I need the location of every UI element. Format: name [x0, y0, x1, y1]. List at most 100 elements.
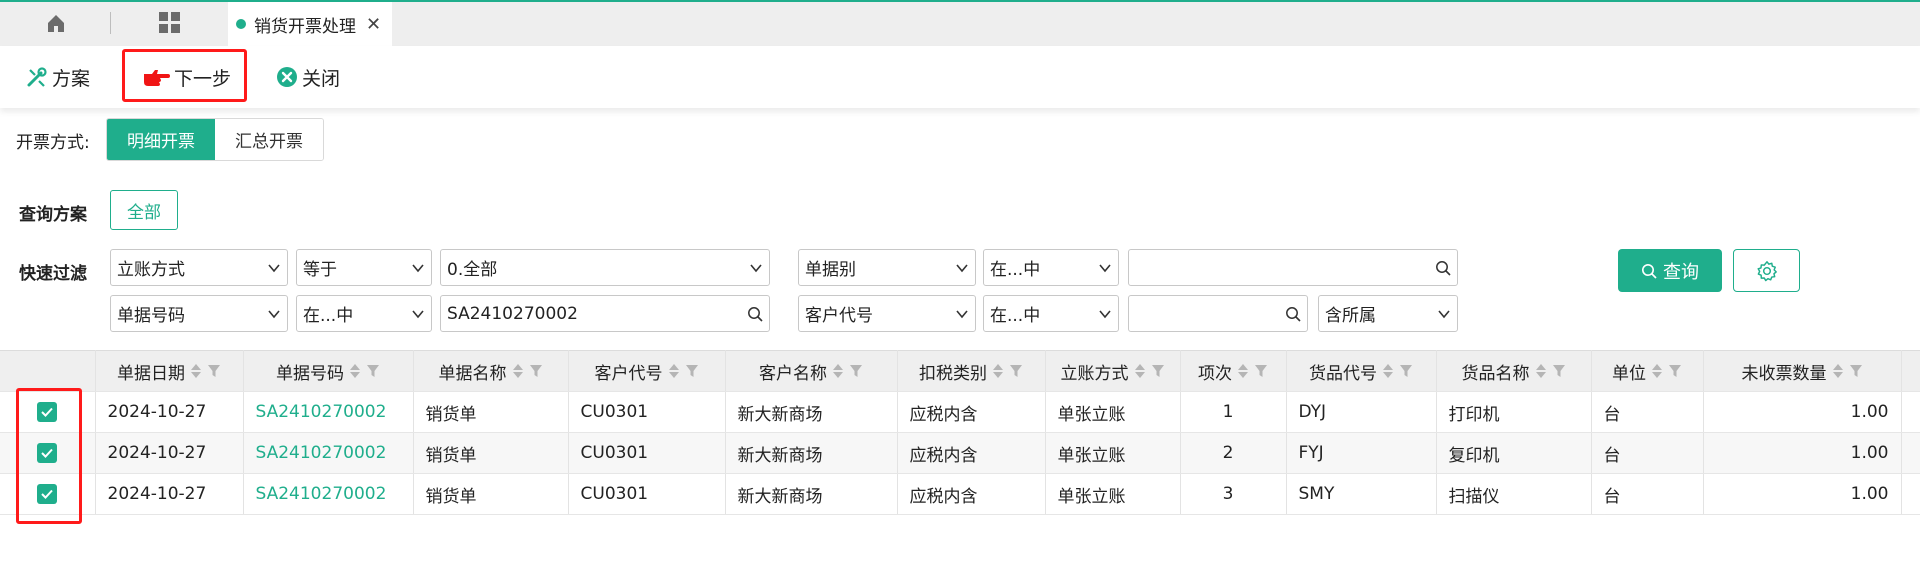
gear-icon — [1756, 260, 1778, 282]
cell-account-method: 单张立账 — [1045, 432, 1181, 474]
chevron-down-icon — [267, 307, 281, 321]
filter-value-input-4[interactable] — [1128, 295, 1308, 332]
column-header[interactable]: 单据日期 — [95, 350, 244, 392]
apps-grid-icon[interactable] — [142, 8, 198, 38]
column-header[interactable]: 立账方式 — [1045, 350, 1181, 392]
filter-icon[interactable] — [1399, 364, 1413, 378]
cell-item-no: 1 — [1180, 391, 1287, 433]
cell-doc-name: 销货单 — [413, 432, 569, 474]
home-icon[interactable] — [28, 8, 84, 38]
sort-icon[interactable] — [1134, 364, 1145, 378]
filter-value-input-2[interactable] — [1128, 249, 1458, 286]
column-header[interactable]: 货品代号 — [1286, 350, 1437, 392]
filter-operator-select-2[interactable]: 在...中 — [983, 249, 1119, 286]
filter-value-input-3[interactable]: SA2410270002 — [440, 295, 770, 332]
filter-icon[interactable] — [1254, 364, 1268, 378]
filter-icon[interactable] — [1668, 364, 1682, 378]
column-header[interactable]: 未收票数量 — [1703, 350, 1902, 392]
sort-icon[interactable] — [1535, 364, 1546, 378]
select-value: 0.全部 — [447, 260, 498, 280]
filter-field-select-1[interactable]: 立账方式 — [110, 249, 288, 286]
scheme-button[interactable]: 方案 — [26, 46, 90, 108]
search-icon[interactable] — [1435, 260, 1451, 276]
cell-doc-no-link[interactable]: SA2410270002 — [243, 391, 414, 433]
filter-operator-select-4[interactable]: 在...中 — [983, 295, 1119, 332]
filter-icon[interactable] — [849, 364, 863, 378]
column-header-label: 立账方式 — [1060, 363, 1129, 384]
select-all-column-header[interactable] — [0, 350, 96, 392]
chevron-down-icon — [749, 261, 763, 275]
select-value: 立账方式 — [117, 260, 185, 280]
search-icon[interactable] — [1285, 306, 1301, 322]
filter-icon[interactable] — [366, 364, 380, 378]
include-subsidiary-select[interactable]: 含所属 — [1318, 295, 1458, 332]
column-header-label: 单据日期 — [117, 363, 185, 384]
filter-field-select-3[interactable]: 单据号码 — [110, 295, 288, 332]
filter-icon[interactable] — [1849, 364, 1863, 378]
column-header-label: 单位 — [1612, 363, 1646, 384]
cell-customer-name: 新大新商场 — [725, 473, 898, 515]
filter-settings-button[interactable] — [1733, 249, 1800, 292]
table-row[interactable]: 2024-10-27 SA2410270002 销货单 CU0301 新大新商场… — [0, 391, 1920, 433]
chevron-down-icon — [411, 261, 425, 275]
sort-icon[interactable] — [993, 364, 1003, 378]
cell-date: 2024-10-27 — [95, 391, 244, 433]
tab-sales-invoice[interactable]: 销货开票处理 ✕ — [228, 2, 392, 46]
cell-goods-code: SMY — [1286, 473, 1437, 515]
table-row[interactable]: 2024-10-27 SA2410270002 销货单 CU0301 新大新商场… — [0, 473, 1920, 515]
table-row[interactable]: 2024-10-27 SA2410270002 销货单 CU0301 新大新商场… — [0, 432, 1920, 474]
close-tab-icon[interactable]: ✕ — [366, 14, 381, 35]
cell-account-method: 单张立账 — [1045, 391, 1181, 433]
filter-icon[interactable] — [1009, 364, 1023, 378]
filter-icon[interactable] — [1151, 364, 1165, 378]
filter-icon[interactable] — [685, 364, 699, 378]
detail-invoice-option[interactable]: 明细开票 — [107, 119, 215, 160]
column-header[interactable]: 单位 — [1591, 350, 1704, 392]
chevron-down-icon — [1098, 261, 1112, 275]
cell-doc-no-link[interactable]: SA2410270002 — [243, 473, 414, 515]
column-header[interactable]: 货品名称 — [1436, 350, 1592, 392]
cell-unit: 台 — [1591, 473, 1704, 515]
select-value: 等于 — [303, 260, 337, 280]
filter-icon[interactable] — [207, 364, 221, 378]
select-value: 在...中 — [990, 306, 1041, 326]
column-header[interactable]: 单据号码 — [243, 350, 414, 392]
filter-field-select-4[interactable]: 客户代号 — [798, 295, 976, 332]
cell-doc-no-link[interactable]: SA2410270002 — [243, 432, 414, 474]
filter-icon[interactable] — [1552, 364, 1566, 378]
sort-icon[interactable] — [350, 364, 360, 378]
query-scheme-all-button[interactable]: 全部 — [110, 190, 178, 230]
column-header-label: 项次 — [1198, 363, 1232, 384]
column-header[interactable]: 单据名称 — [413, 350, 569, 392]
filter-field-select-2[interactable]: 单据别 — [798, 249, 976, 286]
chevron-down-icon — [411, 307, 425, 321]
column-header[interactable]: 客户名称 — [725, 350, 898, 392]
cell-unit: 台 — [1591, 391, 1704, 433]
filter-operator-select-3[interactable]: 在...中 — [296, 295, 432, 332]
query-button[interactable]: 查询 — [1618, 249, 1722, 292]
cell-goods-code: DYJ — [1286, 391, 1437, 433]
filter-icon[interactable] — [529, 364, 543, 378]
cell-customer-code: CU0301 — [568, 473, 726, 515]
sort-icon[interactable] — [833, 364, 843, 378]
column-header[interactable]: 项次 — [1180, 350, 1287, 392]
sort-icon[interactable] — [1832, 364, 1843, 378]
search-icon[interactable] — [747, 306, 763, 322]
summary-invoice-option[interactable]: 汇总开票 — [215, 119, 323, 160]
invoice-mode-segmented: 明细开票 汇总开票 — [106, 118, 324, 161]
sort-icon[interactable] — [668, 364, 679, 378]
sort-icon[interactable] — [1238, 364, 1248, 378]
sort-icon[interactable] — [512, 364, 523, 378]
column-header[interactable]: 扣税类别 — [897, 350, 1046, 392]
sort-icon[interactable] — [191, 364, 201, 378]
sort-icon[interactable] — [1652, 364, 1662, 378]
filter-value-select-1[interactable]: 0.全部 — [440, 249, 770, 286]
close-circle-icon — [276, 66, 298, 88]
filter-operator-select-1[interactable]: 等于 — [296, 249, 432, 286]
close-button[interactable]: 关闭 — [276, 46, 340, 108]
sort-icon[interactable] — [1383, 364, 1393, 378]
select-value: 单据别 — [805, 260, 856, 280]
column-header[interactable]: 客户代号 — [568, 350, 726, 392]
header-scroll-gutter — [1901, 350, 1920, 392]
column-header-label: 单据名称 — [438, 363, 507, 384]
